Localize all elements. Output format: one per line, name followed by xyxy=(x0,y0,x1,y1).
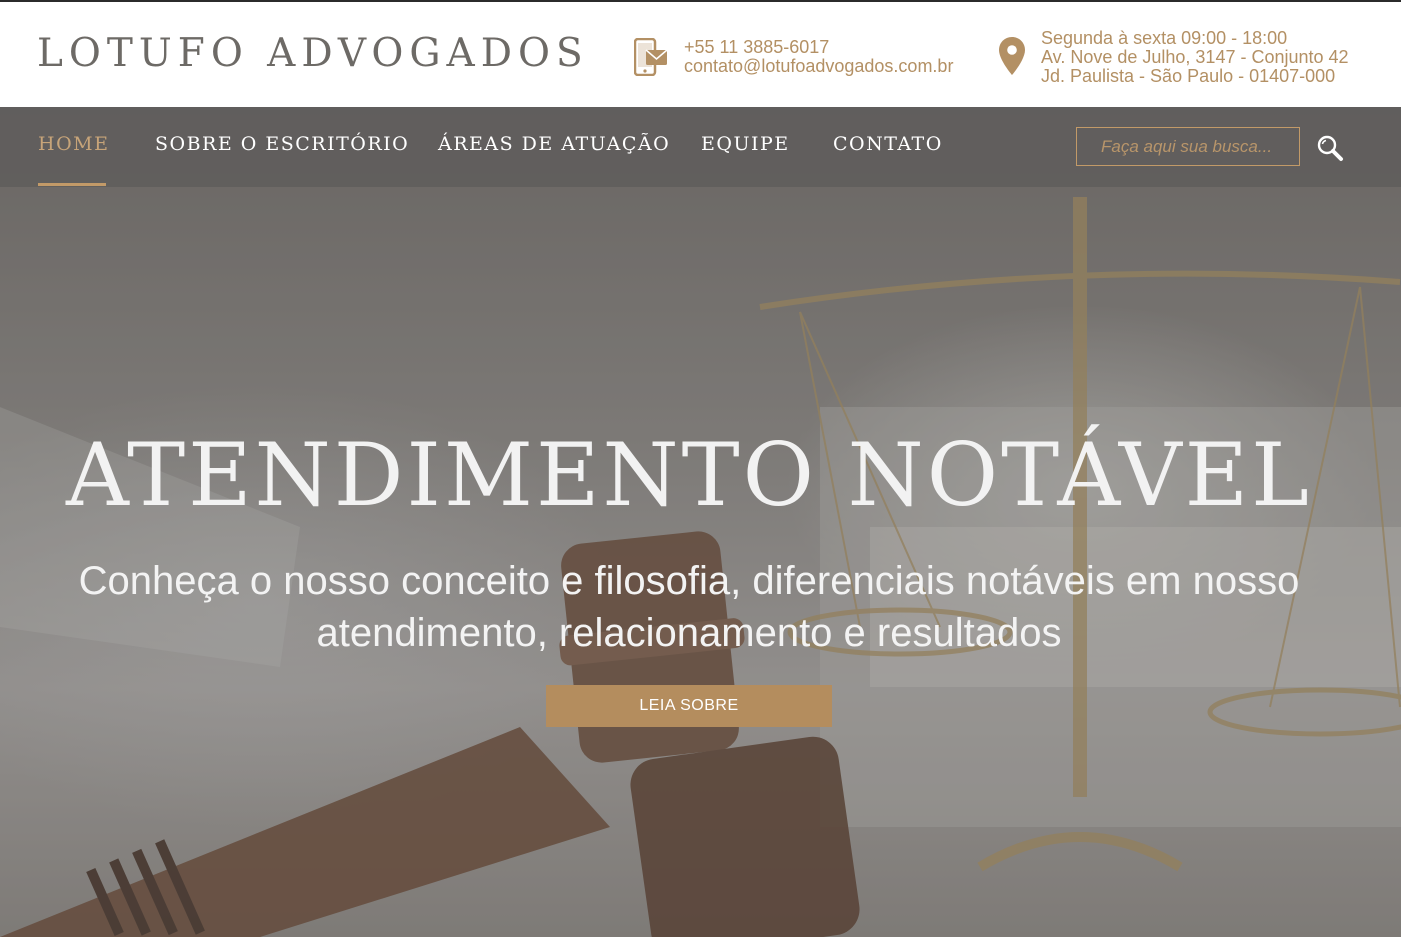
phone-number[interactable]: +55 11 3885-6017 xyxy=(684,38,953,57)
main-nav: HOME SOBRE O ESCRITÓRIO ÁREAS DE ATUAÇÃO… xyxy=(0,107,1401,187)
nav-item-equipe[interactable]: EQUIPE xyxy=(701,133,790,155)
phone-mail-icon xyxy=(633,37,668,77)
nav-item-areas[interactable]: ÁREAS DE ATUAÇÃO xyxy=(438,133,670,155)
nav-item-home[interactable]: HOME xyxy=(38,133,109,155)
map-pin-icon xyxy=(998,36,1026,76)
search-icon[interactable] xyxy=(1316,134,1344,162)
address-line-1: Av. Nove de Julho, 3147 - Conjunto 42 xyxy=(1041,47,1349,67)
nav-active-underline xyxy=(38,183,106,186)
business-hours: Segunda à sexta 09:00 - 18:00 xyxy=(1041,28,1288,48)
site-header: LOTUFO ADVOGADOS +55 11 3885-6017 contat… xyxy=(0,2,1401,107)
site-logo[interactable]: LOTUFO ADVOGADOS xyxy=(37,34,589,73)
email-link[interactable]: contato@lotufoadvogados.com.br xyxy=(684,57,953,76)
hero-title: ATENDIMENTO NOTÁVEL xyxy=(66,424,1312,526)
nav-item-sobre[interactable]: SOBRE O ESCRITÓRIO xyxy=(155,133,409,155)
nav-item-contato[interactable]: CONTATO xyxy=(833,133,943,155)
hero-subtitle: Conheça o nosso conceito e filosofia, di… xyxy=(78,559,1300,655)
read-more-button[interactable]: LEIA SOBRE xyxy=(546,685,832,727)
address-line-2: Jd. Paulista - São Paulo - 01407-000 xyxy=(1041,66,1336,86)
search-input[interactable] xyxy=(1076,127,1300,166)
